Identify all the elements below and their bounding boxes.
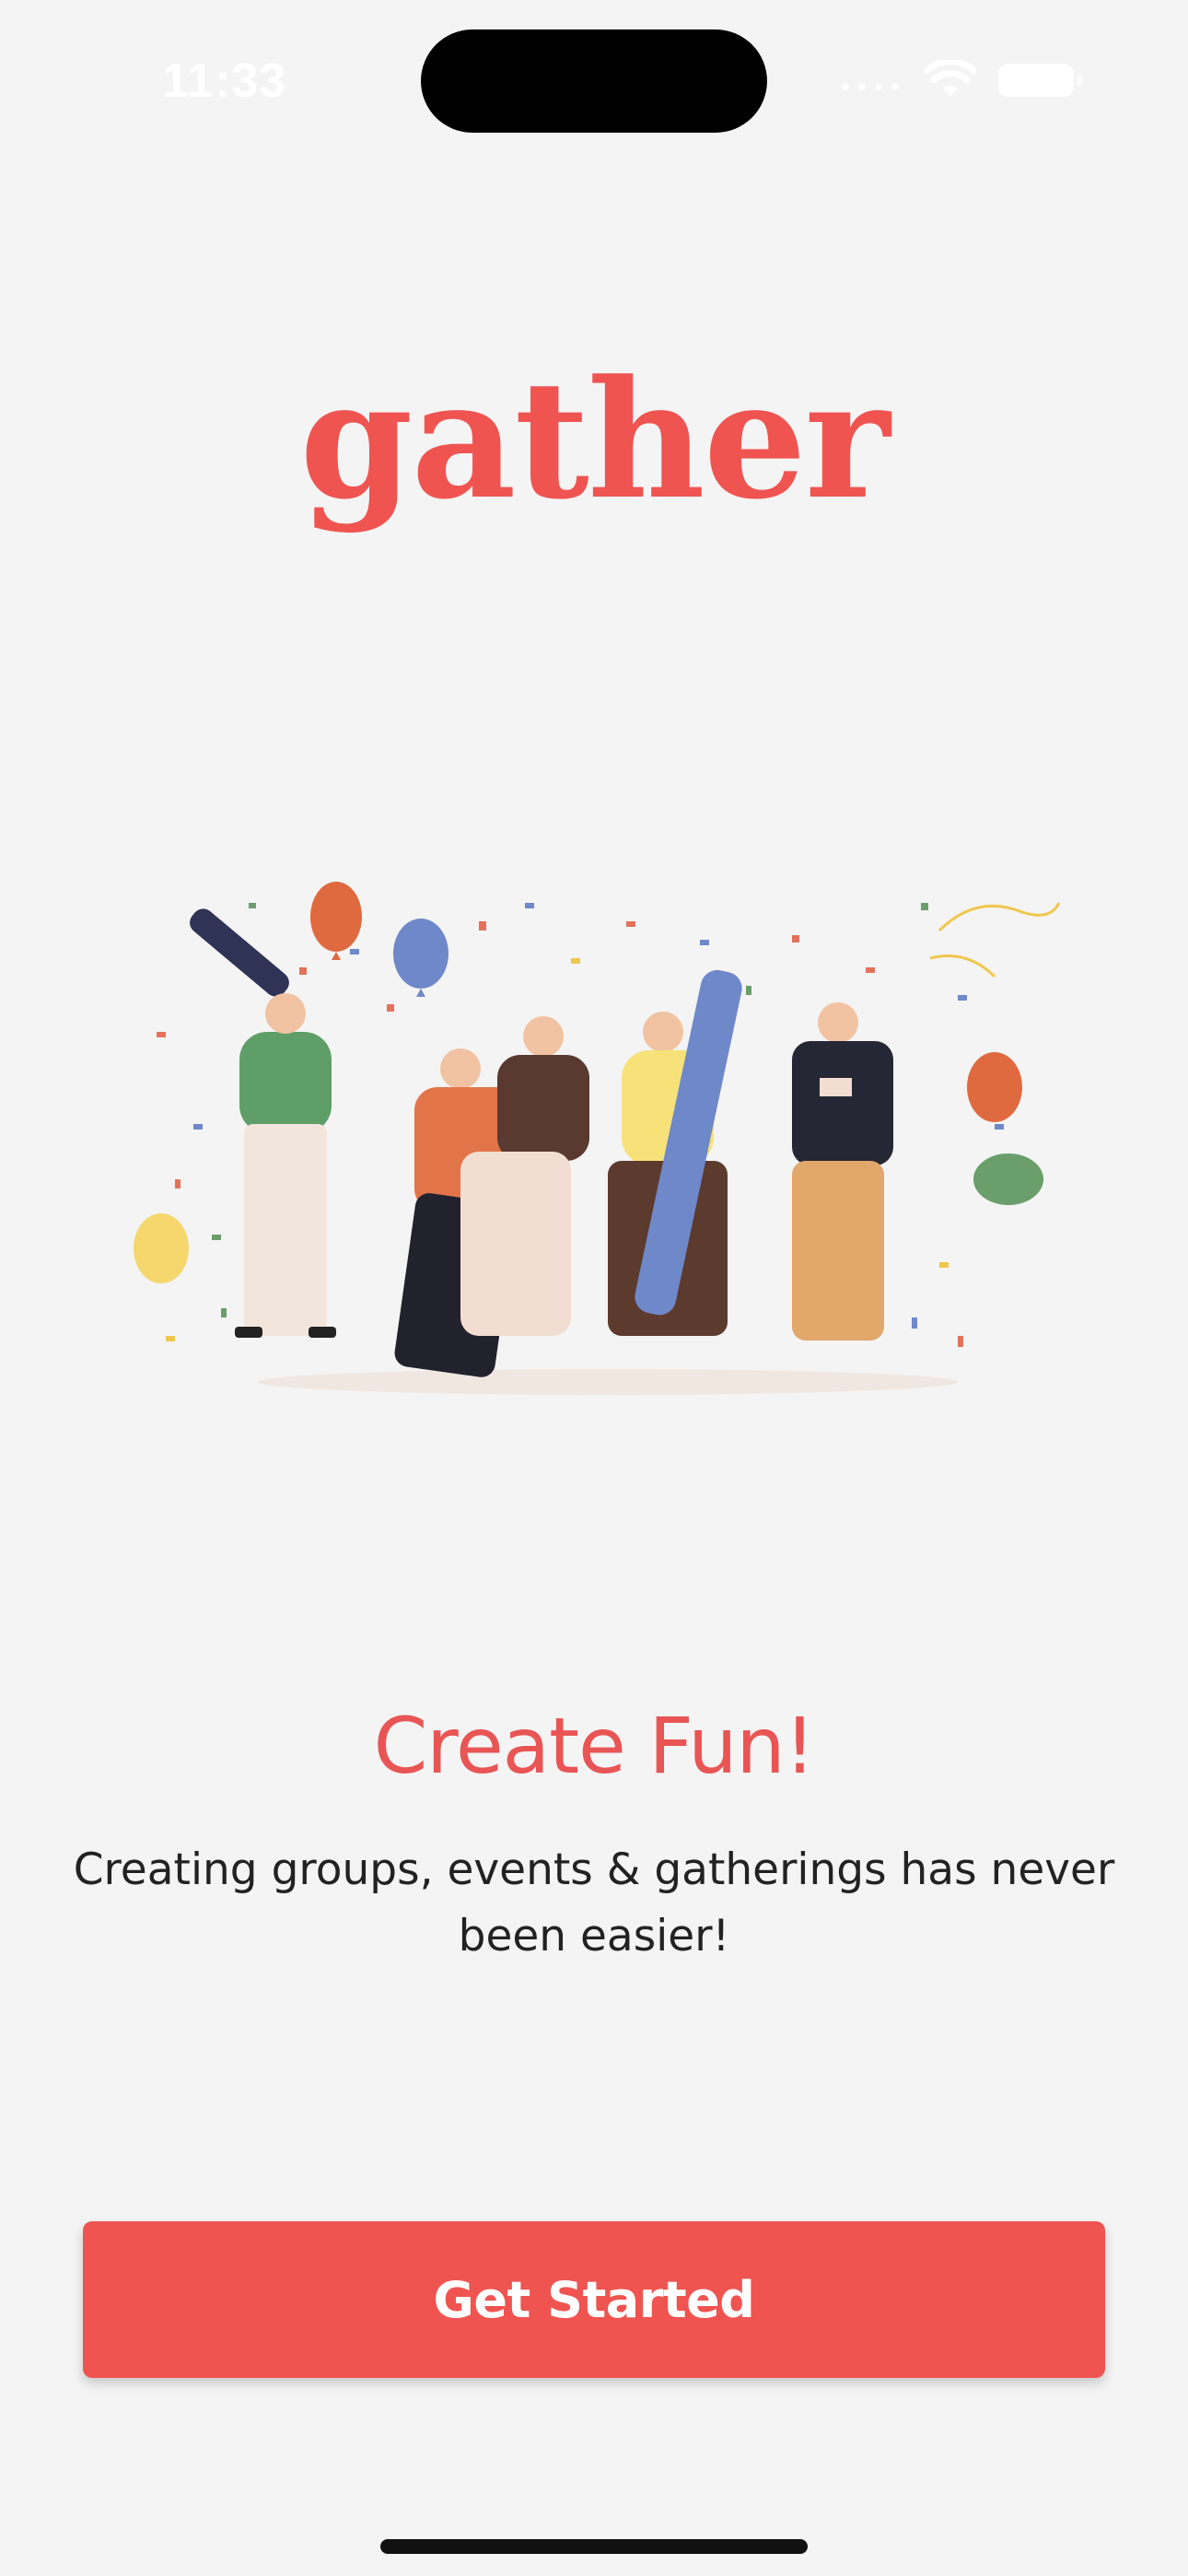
subtitle-line-1: Creating groups, events & gatherings has… — [73, 1844, 1115, 1895]
onboarding-headline: Create Fun! — [373, 1701, 816, 1791]
status-bar-time: 11:33 — [162, 54, 287, 108]
get-started-button[interactable]: Get Started — [83, 2221, 1105, 2378]
person-5 — [792, 1002, 893, 1341]
onboarding-subtitle: Creating groups, events & gatherings has… — [55, 1837, 1133, 1970]
status-bar-right — [840, 57, 1085, 103]
battery-icon — [996, 60, 1085, 100]
person-1 — [190, 908, 336, 1338]
signal-icon — [840, 66, 904, 94]
party-people-illustration — [111, 848, 1087, 1437]
subtitle-line-2: been easier! — [458, 1911, 730, 1961]
wifi-icon — [925, 60, 976, 100]
app-logo: gather — [299, 345, 890, 535]
home-indicator[interactable] — [380, 2539, 808, 2554]
dynamic-island — [421, 29, 767, 133]
